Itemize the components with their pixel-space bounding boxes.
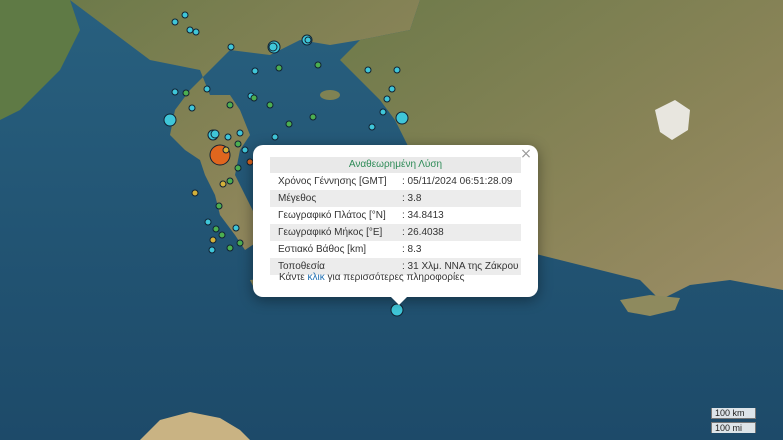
earthquake-marker[interactable] bbox=[304, 36, 312, 44]
earthquake-marker[interactable] bbox=[210, 129, 220, 139]
table-row: Γεωγραφικό Πλάτος [°N] : 34.8413 bbox=[270, 207, 521, 224]
close-icon[interactable]: × bbox=[519, 147, 533, 161]
table-row: Μέγεθος : 3.8 bbox=[270, 190, 521, 207]
popup-pointer bbox=[389, 295, 409, 305]
earthquake-marker[interactable] bbox=[388, 85, 396, 93]
earthquake-marker[interactable] bbox=[232, 224, 240, 232]
scale-bar-mi: 100 mi bbox=[711, 422, 756, 433]
earthquake-marker[interactable] bbox=[309, 113, 317, 121]
earthquake-marker[interactable] bbox=[226, 101, 234, 109]
earthquake-marker[interactable] bbox=[251, 67, 259, 75]
field-value: : 8.3 bbox=[402, 244, 422, 255]
earthquake-marker[interactable] bbox=[368, 123, 376, 131]
earthquake-marker[interactable] bbox=[209, 236, 217, 244]
earthquake-marker[interactable] bbox=[236, 129, 244, 137]
earthquake-marker[interactable] bbox=[203, 85, 211, 93]
more-suffix: για περισσότερες πληροφορίες bbox=[324, 272, 465, 283]
earthquake-marker[interactable] bbox=[218, 231, 226, 239]
field-value: : 3.8 bbox=[394, 190, 521, 207]
table-row: Χρόνος Γέννησης [GMT] : 05/11/2024 06:51… bbox=[270, 173, 521, 190]
earthquake-marker[interactable] bbox=[227, 43, 235, 51]
earthquake-marker[interactable] bbox=[383, 95, 391, 103]
earthquake-marker[interactable] bbox=[226, 177, 234, 185]
field-label: Μέγεθος bbox=[270, 190, 394, 207]
scale-bar-km: 100 km bbox=[711, 408, 756, 419]
earthquake-marker[interactable] bbox=[186, 26, 194, 34]
earthquake-marker[interactable] bbox=[219, 180, 227, 188]
field-value: : 05/11/2024 06:51:28.09 bbox=[402, 176, 513, 187]
earthquake-marker[interactable] bbox=[364, 66, 372, 74]
earthquake-marker[interactable] bbox=[250, 94, 258, 102]
more-prefix: Κάντε bbox=[279, 272, 308, 283]
earthquake-marker[interactable] bbox=[275, 64, 283, 72]
earthquake-marker[interactable] bbox=[393, 66, 401, 74]
earthquake-marker[interactable] bbox=[241, 146, 249, 154]
earthquake-marker[interactable] bbox=[171, 88, 179, 96]
earthquake-marker[interactable] bbox=[226, 244, 234, 252]
field-value: : 34.8413 bbox=[402, 210, 444, 221]
earthquake-marker[interactable] bbox=[266, 101, 274, 109]
earthquake-marker[interactable] bbox=[182, 89, 190, 97]
earthquake-marker[interactable] bbox=[314, 61, 322, 69]
table-row: Γεωγραφικό Μήκος [°E] : 26.4038 bbox=[270, 224, 521, 241]
earthquake-marker[interactable] bbox=[192, 28, 200, 36]
field-label: Χρόνος Γέννησης [GMT] bbox=[278, 176, 387, 187]
earthquake-marker[interactable] bbox=[268, 42, 278, 52]
earthquake-marker[interactable] bbox=[234, 140, 242, 148]
earthquake-marker[interactable] bbox=[208, 246, 216, 254]
earthquake-marker[interactable] bbox=[215, 202, 223, 210]
earthquake-marker[interactable] bbox=[212, 225, 220, 233]
earthquake-marker[interactable] bbox=[379, 108, 387, 116]
earthquake-marker[interactable] bbox=[188, 104, 196, 112]
earthquake-marker[interactable] bbox=[390, 303, 404, 317]
earthquake-marker[interactable] bbox=[285, 120, 293, 128]
event-info-table: Χρόνος Γέννησης [GMT] : 05/11/2024 06:51… bbox=[270, 173, 521, 275]
field-value: : 26.4038 bbox=[394, 224, 521, 241]
earthquake-marker[interactable] bbox=[204, 218, 212, 226]
field-label: Γεωγραφικό Μήκος [°E] bbox=[270, 224, 394, 241]
earthquake-marker[interactable] bbox=[222, 146, 230, 154]
earthquake-marker[interactable] bbox=[395, 111, 409, 125]
table-row: Εστιακό Βάθος [km] : 8.3 bbox=[270, 241, 521, 258]
earthquake-marker[interactable] bbox=[236, 239, 244, 247]
earthquake-marker[interactable] bbox=[181, 11, 189, 19]
popup-title: Αναθεωρημένη Λύση bbox=[270, 157, 521, 173]
more-info-link[interactable]: κλικ bbox=[308, 272, 325, 283]
earthquake-marker[interactable] bbox=[171, 18, 179, 26]
field-label: Γεωγραφικό Πλάτος [°N] bbox=[278, 210, 386, 221]
earthquake-marker[interactable] bbox=[224, 133, 232, 141]
field-label: Εστιακό Βάθος [km] bbox=[278, 244, 367, 255]
earthquake-marker[interactable] bbox=[163, 113, 177, 127]
event-info-popup: × Αναθεωρημένη Λύση Χρόνος Γέννησης [GMT… bbox=[253, 145, 538, 297]
earthquake-marker[interactable] bbox=[271, 133, 279, 141]
earthquake-marker[interactable] bbox=[191, 189, 199, 197]
more-info-text: Κάντε κλικ για περισσότερες πληροφορίες bbox=[279, 272, 464, 283]
earthquake-marker[interactable] bbox=[234, 164, 242, 172]
